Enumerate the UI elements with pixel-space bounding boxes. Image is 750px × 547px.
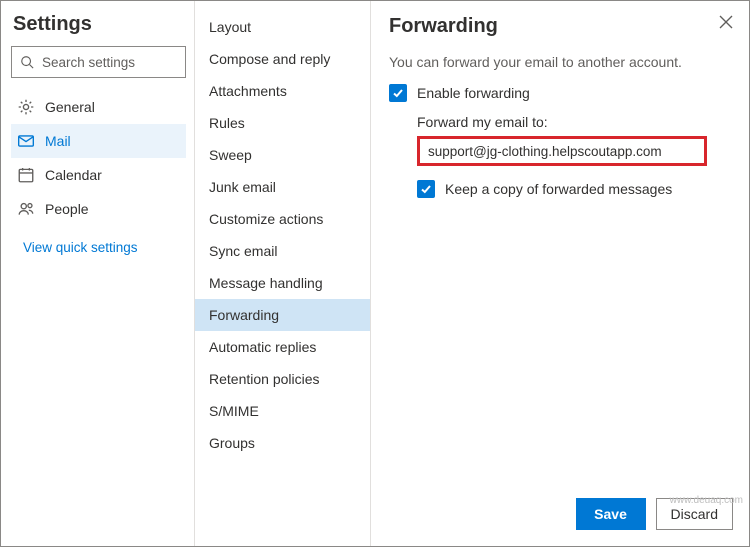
search-input[interactable]: Search settings [11, 46, 186, 78]
detail-panel: Forwarding You can forward your email to… [371, 1, 749, 546]
nav-item-people[interactable]: People [11, 192, 186, 226]
subnav-retention-policies[interactable]: Retention policies [195, 363, 370, 395]
checkmark-icon [420, 183, 432, 195]
close-icon [719, 15, 733, 29]
subnav-compose-reply[interactable]: Compose and reply [195, 43, 370, 75]
panel-title: Forwarding [389, 15, 498, 38]
keep-copy-row: Keep a copy of forwarded messages [417, 180, 733, 198]
save-button[interactable]: Save [576, 498, 646, 530]
nav-item-mail[interactable]: Mail [11, 124, 186, 158]
enable-forwarding-row: Enable forwarding [389, 84, 733, 102]
subnav-automatic-replies[interactable]: Automatic replies [195, 331, 370, 363]
panel-description: You can forward your email to another ac… [389, 54, 733, 70]
subnav-junk-email[interactable]: Junk email [195, 171, 370, 203]
subnav-groups[interactable]: Groups [195, 427, 370, 459]
keep-copy-checkbox[interactable] [417, 180, 435, 198]
view-quick-settings-link[interactable]: View quick settings [11, 240, 186, 255]
subnav-customize-actions[interactable]: Customize actions [195, 203, 370, 235]
forward-to-value: support@jg-clothing.helpscoutapp.com [428, 144, 662, 159]
subnav-message-handling[interactable]: Message handling [195, 267, 370, 299]
secondary-nav-column: Layout Compose and reply Attachments Rul… [195, 1, 371, 546]
enable-forwarding-label: Enable forwarding [417, 85, 530, 101]
settings-title: Settings [13, 13, 184, 36]
checkmark-icon [392, 87, 404, 99]
forward-to-input[interactable]: support@jg-clothing.helpscoutapp.com [417, 136, 707, 166]
settings-window: Settings Search settings General Mail [0, 0, 750, 547]
nav-label: General [45, 99, 95, 115]
subnav-rules[interactable]: Rules [195, 107, 370, 139]
search-icon [20, 55, 34, 69]
people-icon [17, 200, 35, 218]
subnav-smime[interactable]: S/MIME [195, 395, 370, 427]
mail-settings-list: Layout Compose and reply Attachments Rul… [195, 11, 370, 459]
subnav-attachments[interactable]: Attachments [195, 75, 370, 107]
watermark-text: www.deuaq.com [670, 495, 743, 506]
panel-header: Forwarding [389, 15, 733, 38]
search-placeholder: Search settings [42, 55, 135, 70]
nav-item-calendar[interactable]: Calendar [11, 158, 186, 192]
nav-item-general[interactable]: General [11, 90, 186, 124]
keep-copy-label: Keep a copy of forwarded messages [445, 181, 672, 197]
subnav-layout[interactable]: Layout [195, 11, 370, 43]
forward-to-label: Forward my email to: [417, 114, 733, 130]
nav-label: People [45, 201, 89, 217]
subnav-forwarding[interactable]: Forwarding [195, 299, 370, 331]
primary-nav-list: General Mail Calendar People [11, 90, 186, 226]
subnav-sweep[interactable]: Sweep [195, 139, 370, 171]
primary-nav-column: Settings Search settings General Mail [1, 1, 195, 546]
gear-icon [17, 98, 35, 116]
calendar-icon [17, 166, 35, 184]
enable-forwarding-checkbox[interactable] [389, 84, 407, 102]
nav-label: Mail [45, 133, 71, 149]
nav-label: Calendar [45, 167, 102, 183]
subnav-sync-email[interactable]: Sync email [195, 235, 370, 267]
mail-icon [17, 132, 35, 150]
close-button[interactable] [719, 15, 733, 34]
